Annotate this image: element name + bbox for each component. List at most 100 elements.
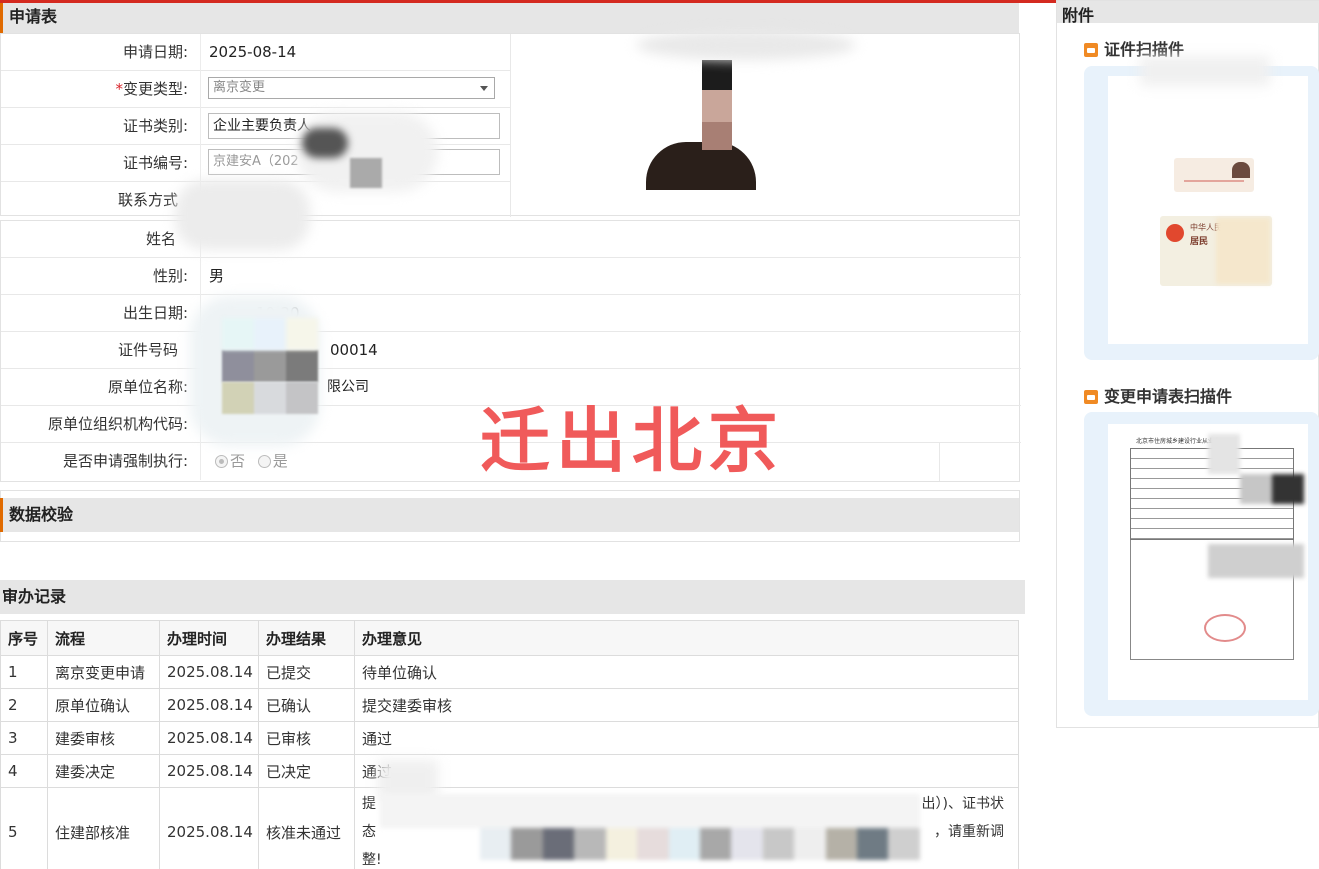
orig-unit-value: 限公司 xyxy=(327,379,369,395)
cell-time: 2025.08.14 xyxy=(159,721,259,755)
change-type-row: *变更类型: 离京变更 xyxy=(1,71,510,108)
mosaic-cell xyxy=(286,350,318,382)
form-scan-paper: 北京市住房城乡建设行业从业人 xyxy=(1108,424,1308,700)
col-index: 序号 xyxy=(0,620,48,656)
table-row: 1 离京变更申请 2025.08.14 已提交 待单位确认 xyxy=(0,655,1019,689)
cell-result: 已确认 xyxy=(258,688,355,722)
application-form-header: 申请表 xyxy=(0,3,1019,33)
watermark-text: 迁出北京 xyxy=(480,400,784,482)
records-header: 审办记录 xyxy=(0,580,1025,614)
mosaic-cell xyxy=(254,350,286,382)
id-value: 00014 xyxy=(330,341,378,359)
cell-index: 5 xyxy=(0,787,48,869)
cell-opinion: 通过 xyxy=(354,754,1019,788)
privacy-mosaic-unit xyxy=(222,382,318,414)
portrait-face-mosaic xyxy=(702,60,732,90)
force-exec-divider xyxy=(939,443,940,481)
mosaic-cell xyxy=(222,318,254,350)
image-icon xyxy=(1084,390,1098,404)
col-result: 办理结果 xyxy=(258,620,355,656)
cell-opinion: 提交建委审核 xyxy=(354,688,1019,722)
opinion-line-2-end: ，请重新调 xyxy=(934,824,1004,840)
cell-process: 原单位确认 xyxy=(47,688,160,722)
change-type-label: *变更类型: xyxy=(1,71,201,108)
chevron-down-icon xyxy=(480,86,488,91)
cell-opinion: 待单位确认 xyxy=(354,655,1019,689)
id-scan-paper: 中华人民 居民 xyxy=(1108,76,1308,344)
cell-process: 住建部核准 xyxy=(47,787,160,869)
mosaic-cell xyxy=(637,828,669,860)
id-row: 证件号码 00014 xyxy=(1,332,1021,369)
privacy-blur-photo-top xyxy=(636,30,856,60)
records-title: 审办记录 xyxy=(2,587,67,606)
mosaic-cell xyxy=(605,828,638,860)
attachments-title: 附件 xyxy=(1062,6,1095,25)
mosaic-cell xyxy=(762,828,795,860)
cell-index: 1 xyxy=(0,655,48,689)
required-mark: * xyxy=(115,80,123,98)
id-card-mosaic xyxy=(1216,218,1270,284)
mosaic-cell xyxy=(1208,434,1240,474)
mosaic-cell xyxy=(542,828,575,860)
mosaic-cell xyxy=(668,828,700,860)
force-exec-options: 否 是 xyxy=(215,443,288,480)
force-exec-no-radio[interactable] xyxy=(215,455,228,468)
cell-process: 建委决定 xyxy=(47,754,160,788)
form-scan-thumbnail[interactable]: 北京市住房城乡建设行业从业人 xyxy=(1084,412,1319,716)
validation-header: 数据校验 xyxy=(0,498,1019,532)
cell-time: 2025.08.14 xyxy=(159,688,259,722)
force-exec-row: 是否申请强制执行: 否 是 xyxy=(1,443,939,480)
table-row: 2 原单位确认 2025.08.14 已确认 提交建委审核 xyxy=(0,688,1019,722)
cell-opinion: 通过 xyxy=(354,721,1019,755)
records-header-row: 序号 流程 办理时间 办理结果 办理意见 xyxy=(0,620,1019,656)
section-title: 申请表 xyxy=(9,7,58,26)
id-card-back-photo xyxy=(1232,162,1250,178)
id-card-front: 中华人民 居民 xyxy=(1160,216,1272,286)
cell-process: 建委审核 xyxy=(47,721,160,755)
table-row: 4 建委决定 2025.08.14 已决定 通过 xyxy=(0,754,1019,788)
mosaic-cell xyxy=(699,828,732,860)
id-card-front-text2: 居民 xyxy=(1190,237,1209,247)
mosaic-cell xyxy=(511,828,543,860)
mosaic-cell xyxy=(286,382,318,414)
attachment-label: 变更申请表扫描件 xyxy=(1104,387,1233,406)
privacy-mosaic-id xyxy=(222,350,318,382)
change-type-select[interactable]: 离京变更 xyxy=(208,77,495,99)
mosaic-cell xyxy=(222,350,254,382)
image-icon xyxy=(1084,43,1098,57)
apply-date-row: 申请日期: 2025-08-14 xyxy=(1,34,510,71)
col-process: 流程 xyxy=(47,620,160,656)
apply-date-label: 申请日期: xyxy=(1,34,201,71)
mosaic-light xyxy=(380,794,920,828)
portrait-photo xyxy=(646,60,756,190)
form-scan-mosaic xyxy=(1208,434,1304,584)
mosaic-cell xyxy=(1240,474,1272,504)
privacy-blur-contact xyxy=(175,180,310,250)
contact-label: 联系方式 xyxy=(1,182,201,219)
opinion-line-1-end: 出）)、证书状 xyxy=(921,796,1004,812)
privacy-mosaic-misc xyxy=(222,318,318,350)
gender-row: 性别: 男 xyxy=(1,258,1021,295)
attachments-header-bar xyxy=(1057,1,1319,23)
force-exec-yes-label: 是 xyxy=(272,452,288,470)
id-card-back xyxy=(1174,158,1254,192)
mosaic-cell xyxy=(857,828,889,860)
force-exec-no-label: 否 xyxy=(230,452,246,470)
mosaic-strip xyxy=(480,828,920,860)
col-opinion: 办理意见 xyxy=(354,620,1019,656)
mosaic-cell xyxy=(254,382,286,414)
photo-cell-divider xyxy=(510,34,511,217)
portrait-shoulders xyxy=(646,142,756,190)
opinion-line-2-start: 态 xyxy=(362,824,376,840)
cell-result: 已提交 xyxy=(258,655,355,689)
mosaic-cell xyxy=(1208,544,1304,578)
birth-label: 出生日期: xyxy=(1,295,201,332)
mosaic-cell xyxy=(794,828,826,860)
force-exec-yes-radio[interactable] xyxy=(257,455,271,468)
privacy-mosaic-certno-2 xyxy=(302,128,348,158)
id-scan-thumbnail[interactable]: 中华人民 居民 xyxy=(1084,66,1319,360)
mosaic-cell xyxy=(222,382,254,414)
id-card-back-line xyxy=(1184,180,1244,182)
cell-time: 2025.08.14 xyxy=(159,787,259,869)
attachment-item-form-scan[interactable]: 变更申请表扫描件 xyxy=(1084,383,1232,407)
